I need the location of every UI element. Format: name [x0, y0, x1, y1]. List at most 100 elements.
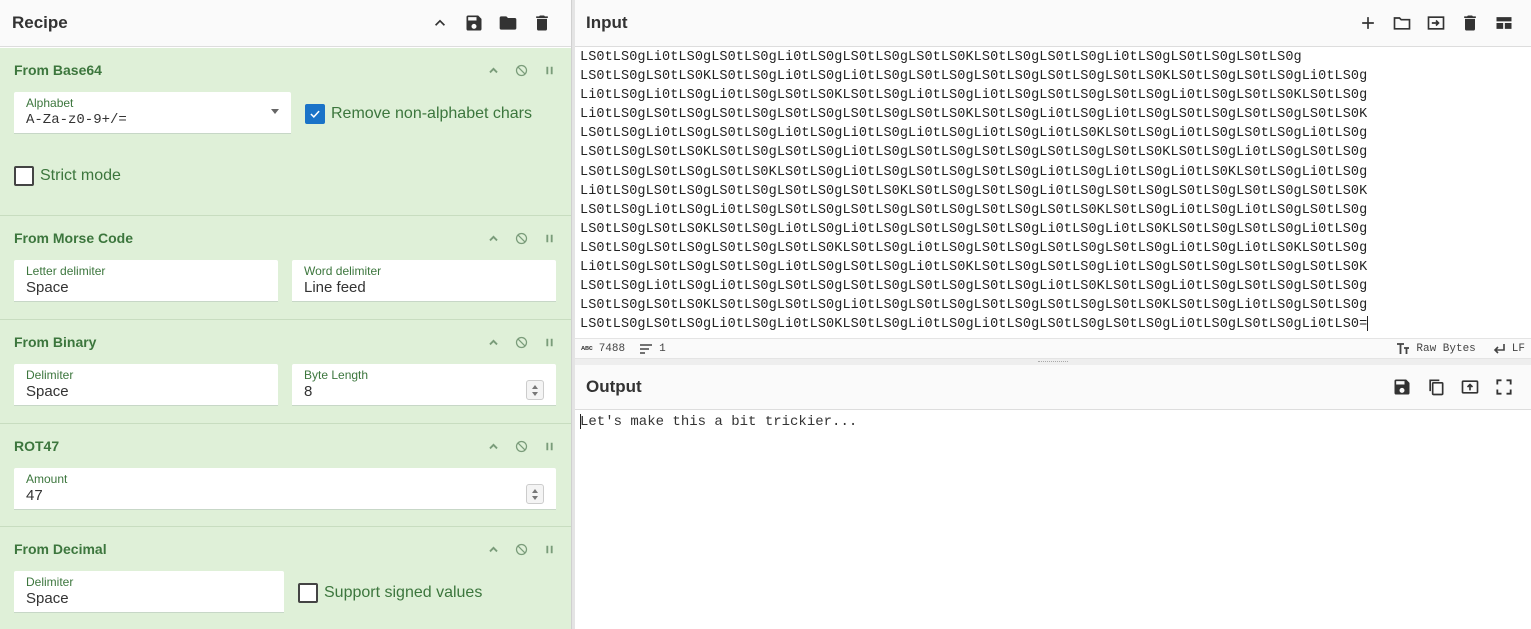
disable-icon [515, 543, 527, 555]
input-line: LS0tLS0gLi0tLS0gLi0tLS0gLS0tLS0gLS0tLS0g… [580, 202, 1368, 218]
eol-selector[interactable]: LF [1492, 343, 1525, 355]
trash-icon [536, 15, 548, 31]
pause-icon [545, 545, 553, 553]
operation-from-base64[interactable]: From Base64 Alphabet A-Za-z0-9+/= Remove… [0, 48, 571, 216]
output-header: Output [575, 365, 1531, 410]
decimal-delimiter-select[interactable]: Delimiter Space [14, 571, 284, 613]
support-signed-values-checkbox[interactable]: Support signed values [298, 583, 482, 603]
maximise-output-button[interactable] [1487, 372, 1521, 402]
input-line: LS0tLS0gLS0tLS0gLS0tLS0gLS0tLS0KLS0tLS0g… [580, 240, 1368, 256]
output-textarea[interactable]: Let's make this a bit trickier... [575, 411, 1531, 629]
collapse-operation-button[interactable] [479, 537, 507, 561]
letter-delimiter-label: Letter delimiter [26, 264, 106, 278]
encoding-value: Raw Bytes [1416, 342, 1476, 355]
decimal-delimiter-value: Space [26, 590, 69, 607]
letter-delimiter-value: Space [26, 279, 69, 296]
input-lines: 1 [639, 343, 666, 355]
breakpoint-button[interactable] [535, 434, 563, 458]
word-delimiter-select[interactable]: Word delimiter Line feed [292, 260, 556, 302]
disable-icon [515, 440, 527, 452]
alphabet-value: A-Za-z0-9+/= [26, 112, 127, 128]
collapse-operation-button[interactable] [479, 434, 507, 458]
clear-recipe-button[interactable] [525, 8, 559, 38]
input-textarea[interactable]: LS0tLS0gLi0tLS0gLS0tLS0gLi0tLS0gLS0tLS0g… [575, 48, 1531, 337]
operation-from-decimal[interactable]: From Decimal Delimiter Space Support sig… [0, 527, 571, 629]
input-line: LS0tLS0gLS0tLS0KLS0tLS0gLi0tLS0gLi0tLS0g… [580, 221, 1368, 237]
operation-rot47[interactable]: ROT47 Amount 47 [0, 424, 571, 527]
alphabet-label: Alphabet [26, 96, 74, 110]
open-folder-button[interactable] [1385, 8, 1419, 38]
operation-from-morse-code[interactable]: From Morse Code Letter delimiter Space W… [0, 216, 571, 320]
checkbox-checked-icon [305, 104, 325, 124]
number-spinner-icon[interactable] [526, 380, 544, 400]
disable-operation-button[interactable] [507, 537, 535, 561]
input-line: Li0tLS0gLS0tLS0gLS0tLS0gLS0tLS0gLS0tLS0K… [580, 183, 1368, 199]
alphabet-select[interactable]: Alphabet A-Za-z0-9+/= [14, 92, 291, 134]
binary-delimiter-select[interactable]: Delimiter Space [14, 364, 278, 406]
copy-output-button[interactable] [1419, 372, 1453, 402]
letter-delimiter-select[interactable]: Letter delimiter Space [14, 260, 278, 302]
replace-input-button[interactable] [1453, 372, 1487, 402]
disable-operation-button[interactable] [507, 226, 535, 250]
chevron-up-icon [488, 443, 498, 449]
pause-icon [545, 234, 553, 242]
word-delimiter-value: Line feed [304, 279, 366, 296]
save-recipe-button[interactable] [457, 8, 491, 38]
load-recipe-button[interactable] [491, 8, 525, 38]
save-icon [1394, 379, 1410, 395]
decimal-delimiter-label: Delimiter [26, 575, 74, 589]
remove-non-alphabet-checkbox[interactable]: Remove non-alphabet chars [305, 104, 532, 124]
breakpoint-button[interactable] [535, 537, 563, 561]
disable-operation-button[interactable] [507, 330, 535, 354]
input-lines-value: 1 [659, 342, 666, 355]
open-file-button[interactable] [1419, 8, 1453, 38]
input-line: LS0tLS0gLS0tLS0KLS0tLS0gLS0tLS0gLi0tLS0g… [580, 145, 1368, 161]
checkbox-unchecked-icon [298, 583, 318, 603]
add-input-tab-button[interactable] [1351, 8, 1385, 38]
binary-delimiter-value: Space [26, 383, 69, 400]
fullscreen-icon [1496, 379, 1512, 395]
amount-input[interactable]: Amount 47 [14, 468, 556, 510]
input-line: LS0tLS0gLS0tLS0KLS0tLS0gLS0tLS0gLi0tLS0g… [580, 298, 1368, 314]
collapse-operation-button[interactable] [479, 226, 507, 250]
input-line: LS0tLS0gLi0tLS0gLS0tLS0gLi0tLS0gLi0tLS0g… [580, 126, 1368, 142]
breakpoint-button[interactable] [535, 330, 563, 354]
collapse-operation-button[interactable] [479, 58, 507, 82]
text-cursor [1367, 316, 1369, 332]
remove-non-alphabet-label: Remove non-alphabet chars [331, 105, 533, 122]
input-length-value: 7488 [598, 342, 626, 355]
clear-input-button[interactable] [1453, 8, 1487, 38]
disable-operation-button[interactable] [507, 58, 535, 82]
support-signed-values-label: Support signed values [324, 584, 483, 601]
breakpoint-button[interactable] [535, 58, 563, 82]
byte-length-input[interactable]: Byte Length 8 [292, 364, 556, 406]
input-line: LS0tLS0gLi0tLS0gLi0tLS0gLS0tLS0gLS0tLS0g… [580, 279, 1368, 295]
disable-icon [515, 64, 527, 76]
strict-mode-checkbox[interactable]: Strict mode [14, 166, 557, 186]
number-spinner-icon[interactable] [526, 484, 544, 504]
text-size-icon [1397, 342, 1410, 354]
input-line: Li0tLS0gLi0tLS0gLi0tLS0gLS0tLS0KLS0tLS0g… [580, 88, 1368, 104]
collapse-operation-button[interactable] [479, 330, 507, 354]
input-line: LS0tLS0gLS0tLS0gLi0tLS0gLi0tLS0KLS0tLS0g… [580, 316, 1369, 333]
save-output-button[interactable] [1385, 372, 1419, 402]
save-icon [466, 15, 482, 31]
lines-icon [640, 343, 653, 354]
chevron-up-icon [488, 546, 498, 552]
disable-icon [515, 336, 527, 348]
output-title: Output [586, 377, 642, 396]
operation-from-binary[interactable]: From Binary Delimiter Space Byte Length [0, 320, 571, 424]
input-header: Input [575, 0, 1531, 47]
input-line: LS0tLS0gLS0tLS0KLS0tLS0gLi0tLS0gLi0tLS0g… [580, 69, 1368, 85]
encoding-selector[interactable]: Raw Bytes [1396, 342, 1476, 355]
word-delimiter-label: Word delimiter [304, 264, 382, 278]
recipe-operations-list: From Base64 Alphabet A-Za-z0-9+/= Remove… [0, 48, 571, 629]
disable-operation-button[interactable] [507, 434, 535, 458]
reset-layout-button[interactable] [1487, 8, 1521, 38]
breakpoint-button[interactable] [535, 226, 563, 250]
recipe-title: Recipe [12, 13, 68, 32]
operation-name: From Decimal [14, 541, 107, 557]
folder-open-icon [1393, 17, 1411, 30]
collapse-all-button[interactable] [423, 8, 457, 38]
checkbox-unchecked-icon [14, 166, 34, 186]
